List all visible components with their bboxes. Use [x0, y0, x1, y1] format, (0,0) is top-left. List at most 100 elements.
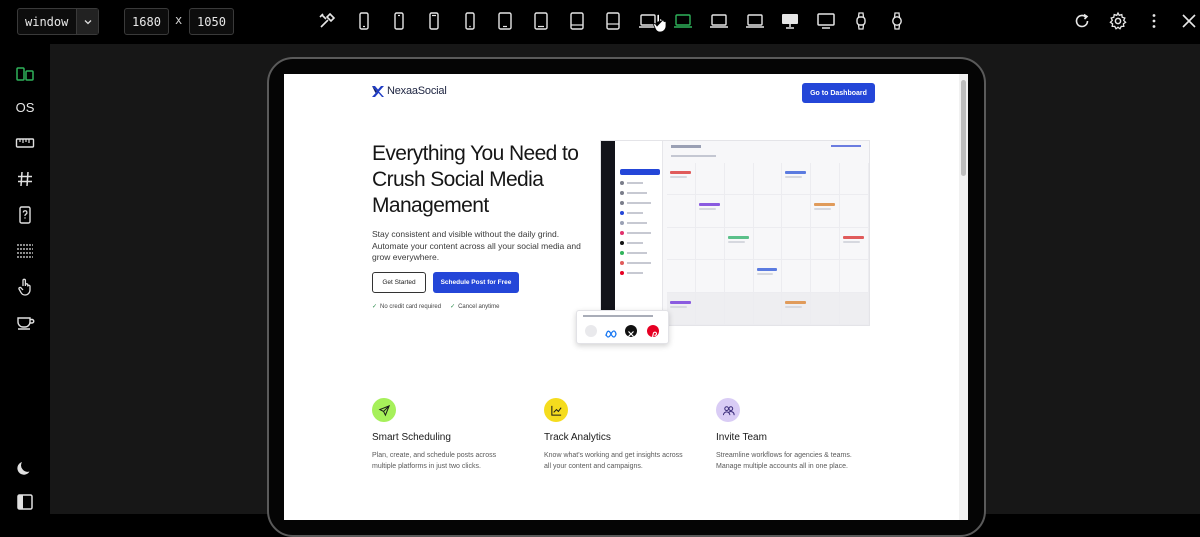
gear-icon[interactable] — [1107, 10, 1129, 32]
top-toolbar: window 1680 x 1050 — [0, 0, 1200, 44]
mockup-sidebar-line — [627, 192, 647, 194]
sidebar-toggle-icon[interactable] — [13, 490, 37, 514]
get-started-button[interactable]: Get Started — [372, 272, 426, 293]
mockup-sidebar-line — [627, 182, 643, 184]
mockup-sidebar-line — [627, 202, 651, 204]
mode-select-value: window — [25, 15, 69, 29]
width-input[interactable]: 1680 — [124, 8, 169, 35]
check-text: Cancel anytime — [458, 304, 500, 310]
go-to-dashboard-button[interactable]: Go to Dashboard — [802, 83, 875, 103]
watch-icon[interactable] — [886, 10, 908, 32]
feature-description: Know what's working and get insights acr… — [544, 452, 683, 470]
feature-title: Smart Scheduling — [372, 432, 451, 443]
tablet-icon[interactable] — [602, 10, 624, 32]
desktop-icon[interactable] — [815, 10, 837, 32]
calendar-cell — [840, 195, 869, 228]
ruler-icon[interactable] — [13, 131, 37, 155]
mockup-sidebar-dot — [620, 211, 624, 215]
calendar-event-line — [785, 176, 803, 178]
calendar-event — [727, 235, 749, 239]
pinterest-icon — [647, 325, 659, 338]
calendar-cell — [667, 163, 696, 196]
phone-icon[interactable] — [423, 10, 445, 32]
calendar-cell — [840, 163, 869, 196]
brand-mark-icon — [372, 85, 384, 97]
tablet-icon[interactable] — [566, 10, 588, 32]
brand-name: NexaaSocial — [387, 85, 447, 97]
tablet-icon[interactable] — [530, 10, 552, 32]
desktop-icon[interactable] — [779, 10, 801, 32]
mockup-header — [671, 145, 701, 148]
mockup-sidebar-line — [627, 212, 643, 214]
mockup-sidebar-dot — [620, 221, 624, 225]
mockup-rail — [601, 141, 615, 325]
refresh-icon[interactable] — [1071, 10, 1093, 32]
users-icon — [716, 398, 740, 422]
os-button[interactable]: OS — [13, 95, 37, 119]
social-networks-popup — [576, 310, 669, 344]
responsive-devices-icon[interactable] — [13, 62, 37, 86]
calendar-event — [756, 268, 778, 272]
calendar-cell — [695, 163, 725, 196]
chevron-down-icon — [76, 9, 98, 34]
more-vertical-icon[interactable] — [1143, 10, 1165, 32]
calendar-cell — [695, 195, 725, 228]
calendar-cell — [840, 292, 869, 325]
tablet-icon[interactable] — [494, 10, 516, 32]
calendar-cell — [782, 195, 812, 228]
mockup-sidebar-dot — [620, 241, 624, 245]
calendar-cell — [724, 227, 754, 261]
mockup-sidebar-line — [627, 222, 647, 224]
brand-logo[interactable]: NexaaSocial — [372, 85, 447, 97]
device-help-icon[interactable] — [13, 203, 37, 227]
calendar-cell — [667, 260, 696, 293]
calendar-cell — [695, 292, 725, 325]
mode-select[interactable]: window — [17, 8, 99, 35]
calendar-cell — [753, 195, 783, 228]
calendar-cell — [840, 260, 869, 293]
laptop-icon-active[interactable] — [672, 10, 694, 32]
calendar-event — [843, 235, 864, 239]
mouse-pointer-hand-icon — [653, 13, 667, 33]
laptop-icon[interactable] — [708, 10, 730, 32]
calendar-event-line — [843, 240, 860, 243]
mockup-header-link — [831, 145, 861, 147]
mockup-calendar-grid — [667, 163, 869, 325]
touch-hand-icon[interactable] — [13, 275, 37, 299]
hero-checks: ✓ No credit card required ✓ Cancel anytime — [372, 303, 499, 310]
mockup-sidebar-dot — [620, 201, 624, 205]
mockup-sidebar-line — [627, 262, 651, 264]
mockup-sidebar-line — [627, 272, 643, 274]
feature-description: Plan, create, and schedule posts across … — [372, 452, 497, 470]
phone-icon[interactable] — [388, 10, 410, 32]
calendar-event-line — [756, 273, 774, 276]
popup-heading-line — [583, 315, 653, 317]
calendar-cell — [753, 292, 783, 325]
mockup-sidebar-line — [627, 252, 647, 254]
feature-track-analytics: Track Analytics Know what's working and … — [544, 398, 694, 472]
calendar-cell — [811, 227, 841, 261]
phone-icon[interactable] — [353, 10, 375, 32]
height-input[interactable]: 1050 — [189, 8, 234, 35]
left-rail: OS — [0, 44, 50, 514]
calendar-event — [785, 171, 807, 174]
mockup-sidebar-line — [627, 242, 643, 244]
device-screen: NexaaSocial Go to Dashboard Everything Y… — [284, 74, 968, 520]
calendar-event-line — [670, 176, 687, 178]
close-icon[interactable] — [1178, 10, 1200, 32]
grid-hash-icon[interactable] — [13, 167, 37, 191]
scrollbar-thumb[interactable] — [961, 80, 966, 176]
mockup-sidebar-dot — [620, 271, 624, 275]
page-scrollbar[interactable] — [959, 74, 968, 520]
tools-icon[interactable] — [316, 10, 338, 32]
schedule-post-button[interactable]: Schedule Post for Free — [433, 272, 519, 293]
watch-icon[interactable] — [850, 10, 872, 32]
text-lines-icon[interactable] — [13, 239, 37, 263]
calendar-event — [698, 203, 720, 207]
coffee-cup-icon[interactable] — [13, 309, 37, 333]
dark-mode-moon-icon[interactable] — [13, 456, 37, 480]
calendar-cell — [753, 260, 783, 293]
phone-icon[interactable] — [459, 10, 481, 32]
laptop-icon[interactable] — [744, 10, 766, 32]
calendar-event-line — [727, 240, 745, 243]
